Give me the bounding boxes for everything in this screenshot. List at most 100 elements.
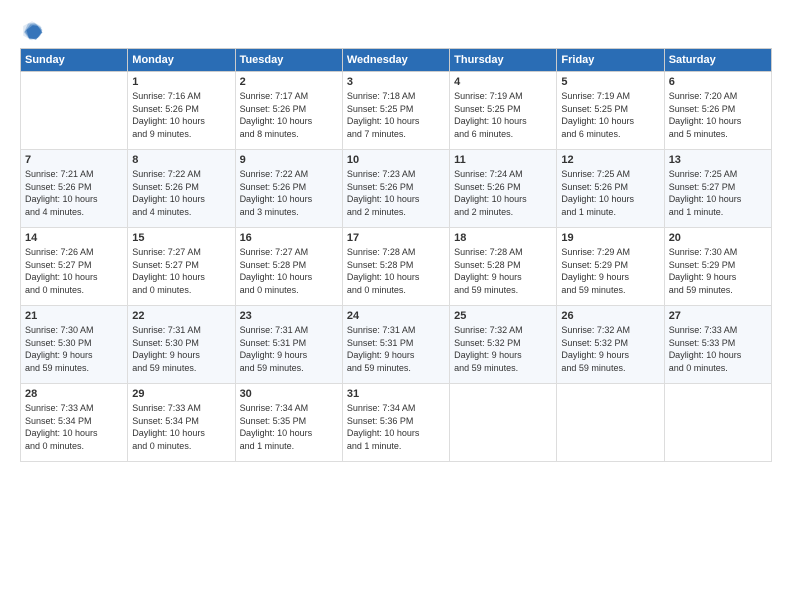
calendar-cell: 9 Sunrise: 7:22 AM Sunset: 5:26 PM Daylig… <box>235 150 342 228</box>
day-info: Sunrise: 7:28 AM Sunset: 5:28 PM Dayligh… <box>454 246 552 296</box>
day-number: 11 <box>454 154 552 166</box>
day-info: Sunrise: 7:32 AM Sunset: 5:32 PM Dayligh… <box>561 324 659 374</box>
page: SundayMondayTuesdayWednesdayThursdayFrid… <box>0 0 792 612</box>
calendar-cell <box>450 384 557 462</box>
day-number: 31 <box>347 388 445 400</box>
header <box>20 18 772 42</box>
calendar-cell: 7Sunrise: 7:21 AM Sunset: 5:26 PM Daylig… <box>21 150 128 228</box>
week-row-3: 14 Sunrise: 7:26 AM Sunset: 5:27 PM Dayli… <box>21 228 772 306</box>
calendar-cell: 30 Sunrise: 7:34 AM Sunset: 5:35 PM Dayli… <box>235 384 342 462</box>
day-number: 19 <box>561 232 659 244</box>
calendar-cell: 28 Sunrise: 7:33 AM Sunset: 5:34 PM Dayli… <box>21 384 128 462</box>
header-cell-thursday: Thursday <box>450 49 557 72</box>
calendar-body: 1 Sunrise: 7:16 AM Sunset: 5:26 PM Daylig… <box>21 72 772 462</box>
day-number: 12 <box>561 154 659 166</box>
calendar-cell: 27Sunrise: 7:33 AM Sunset: 5:33 PM Dayli… <box>664 306 771 384</box>
calendar-cell: 14 Sunrise: 7:26 AM Sunset: 5:27 PM Dayli… <box>21 228 128 306</box>
week-row-1: 1 Sunrise: 7:16 AM Sunset: 5:26 PM Daylig… <box>21 72 772 150</box>
day-info: Sunrise: 7:29 AM Sunset: 5:29 PM Dayligh… <box>561 246 659 296</box>
calendar-cell: 23 Sunrise: 7:31 AM Sunset: 5:31 PM Dayli… <box>235 306 342 384</box>
calendar-cell: 18 Sunrise: 7:28 AM Sunset: 5:28 PM Dayli… <box>450 228 557 306</box>
day-info: Sunrise: 7:34 AM Sunset: 5:35 PM Dayligh… <box>240 402 338 452</box>
day-number: 30 <box>240 388 338 400</box>
day-number: 9 <box>240 154 338 166</box>
day-info: Sunrise: 7:23 AM Sunset: 5:26 PM Dayligh… <box>347 168 445 218</box>
day-info: Sunrise: 7:27 AM Sunset: 5:27 PM Dayligh… <box>132 246 230 296</box>
day-number: 2 <box>240 76 338 88</box>
day-number: 10 <box>347 154 445 166</box>
day-number: 26 <box>561 310 659 322</box>
header-cell-sunday: Sunday <box>21 49 128 72</box>
day-number: 28 <box>25 388 123 400</box>
day-info: Sunrise: 7:19 AM Sunset: 5:25 PM Dayligh… <box>454 90 552 140</box>
day-info: Sunrise: 7:27 AM Sunset: 5:28 PM Dayligh… <box>240 246 338 296</box>
calendar-cell: 12 Sunrise: 7:25 AM Sunset: 5:26 PM Dayli… <box>557 150 664 228</box>
day-number: 21 <box>25 310 123 322</box>
day-info: Sunrise: 7:17 AM Sunset: 5:26 PM Dayligh… <box>240 90 338 140</box>
calendar-cell <box>664 384 771 462</box>
day-info: Sunrise: 7:31 AM Sunset: 5:30 PM Dayligh… <box>132 324 230 374</box>
day-info: Sunrise: 7:18 AM Sunset: 5:25 PM Dayligh… <box>347 90 445 140</box>
calendar-cell: 24 Sunrise: 7:31 AM Sunset: 5:31 PM Dayli… <box>342 306 449 384</box>
day-info: Sunrise: 7:31 AM Sunset: 5:31 PM Dayligh… <box>240 324 338 374</box>
day-number: 20 <box>669 232 767 244</box>
calendar-cell: 31Sunrise: 7:34 AM Sunset: 5:36 PM Dayli… <box>342 384 449 462</box>
day-number: 27 <box>669 310 767 322</box>
day-info: Sunrise: 7:22 AM Sunset: 5:26 PM Dayligh… <box>240 168 338 218</box>
calendar-cell: 25 Sunrise: 7:32 AM Sunset: 5:32 PM Dayli… <box>450 306 557 384</box>
day-info: Sunrise: 7:31 AM Sunset: 5:31 PM Dayligh… <box>347 324 445 374</box>
logo <box>20 18 48 42</box>
day-info: Sunrise: 7:32 AM Sunset: 5:32 PM Dayligh… <box>454 324 552 374</box>
day-number: 14 <box>25 232 123 244</box>
day-number: 4 <box>454 76 552 88</box>
header-cell-saturday: Saturday <box>664 49 771 72</box>
calendar-cell: 11Sunrise: 7:24 AM Sunset: 5:26 PM Dayli… <box>450 150 557 228</box>
calendar-cell: 1 Sunrise: 7:16 AM Sunset: 5:26 PM Daylig… <box>128 72 235 150</box>
day-info: Sunrise: 7:20 AM Sunset: 5:26 PM Dayligh… <box>669 90 767 140</box>
calendar-cell: 26 Sunrise: 7:32 AM Sunset: 5:32 PM Dayli… <box>557 306 664 384</box>
week-row-5: 28 Sunrise: 7:33 AM Sunset: 5:34 PM Dayli… <box>21 384 772 462</box>
calendar-header: SundayMondayTuesdayWednesdayThursdayFrid… <box>21 49 772 72</box>
calendar-cell <box>21 72 128 150</box>
calendar-cell: 8 Sunrise: 7:22 AM Sunset: 5:26 PM Daylig… <box>128 150 235 228</box>
calendar-cell: 13Sunrise: 7:25 AM Sunset: 5:27 PM Dayli… <box>664 150 771 228</box>
day-info: Sunrise: 7:25 AM Sunset: 5:26 PM Dayligh… <box>561 168 659 218</box>
calendar-cell: 19 Sunrise: 7:29 AM Sunset: 5:29 PM Dayli… <box>557 228 664 306</box>
day-info: Sunrise: 7:33 AM Sunset: 5:34 PM Dayligh… <box>132 402 230 452</box>
day-number: 24 <box>347 310 445 322</box>
day-number: 25 <box>454 310 552 322</box>
day-number: 6 <box>669 76 767 88</box>
day-number: 23 <box>240 310 338 322</box>
week-row-4: 21Sunrise: 7:30 AM Sunset: 5:30 PM Dayli… <box>21 306 772 384</box>
header-cell-tuesday: Tuesday <box>235 49 342 72</box>
calendar-cell: 2 Sunrise: 7:17 AM Sunset: 5:26 PM Daylig… <box>235 72 342 150</box>
calendar-cell: 10 Sunrise: 7:23 AM Sunset: 5:26 PM Dayli… <box>342 150 449 228</box>
header-cell-monday: Monday <box>128 49 235 72</box>
calendar-cell: 6 Sunrise: 7:20 AM Sunset: 5:26 PM Daylig… <box>664 72 771 150</box>
calendar-cell: 5 Sunrise: 7:19 AM Sunset: 5:25 PM Daylig… <box>557 72 664 150</box>
day-number: 5 <box>561 76 659 88</box>
day-info: Sunrise: 7:26 AM Sunset: 5:27 PM Dayligh… <box>25 246 123 296</box>
day-number: 29 <box>132 388 230 400</box>
day-number: 8 <box>132 154 230 166</box>
day-info: Sunrise: 7:16 AM Sunset: 5:26 PM Dayligh… <box>132 90 230 140</box>
day-info: Sunrise: 7:19 AM Sunset: 5:25 PM Dayligh… <box>561 90 659 140</box>
day-number: 22 <box>132 310 230 322</box>
header-cell-wednesday: Wednesday <box>342 49 449 72</box>
calendar-cell: 21Sunrise: 7:30 AM Sunset: 5:30 PM Dayli… <box>21 306 128 384</box>
header-row: SundayMondayTuesdayWednesdayThursdayFrid… <box>21 49 772 72</box>
calendar-cell: 17Sunrise: 7:28 AM Sunset: 5:28 PM Dayli… <box>342 228 449 306</box>
day-info: Sunrise: 7:30 AM Sunset: 5:29 PM Dayligh… <box>669 246 767 296</box>
day-number: 18 <box>454 232 552 244</box>
calendar-cell: 4 Sunrise: 7:19 AM Sunset: 5:25 PM Daylig… <box>450 72 557 150</box>
calendar-cell: 16Sunrise: 7:27 AM Sunset: 5:28 PM Dayli… <box>235 228 342 306</box>
day-info: Sunrise: 7:33 AM Sunset: 5:34 PM Dayligh… <box>25 402 123 452</box>
header-cell-friday: Friday <box>557 49 664 72</box>
day-number: 17 <box>347 232 445 244</box>
day-info: Sunrise: 7:21 AM Sunset: 5:26 PM Dayligh… <box>25 168 123 218</box>
calendar-cell: 15Sunrise: 7:27 AM Sunset: 5:27 PM Dayli… <box>128 228 235 306</box>
day-info: Sunrise: 7:22 AM Sunset: 5:26 PM Dayligh… <box>132 168 230 218</box>
day-number: 1 <box>132 76 230 88</box>
calendar-cell: 3Sunrise: 7:18 AM Sunset: 5:25 PM Daylig… <box>342 72 449 150</box>
day-number: 13 <box>669 154 767 166</box>
